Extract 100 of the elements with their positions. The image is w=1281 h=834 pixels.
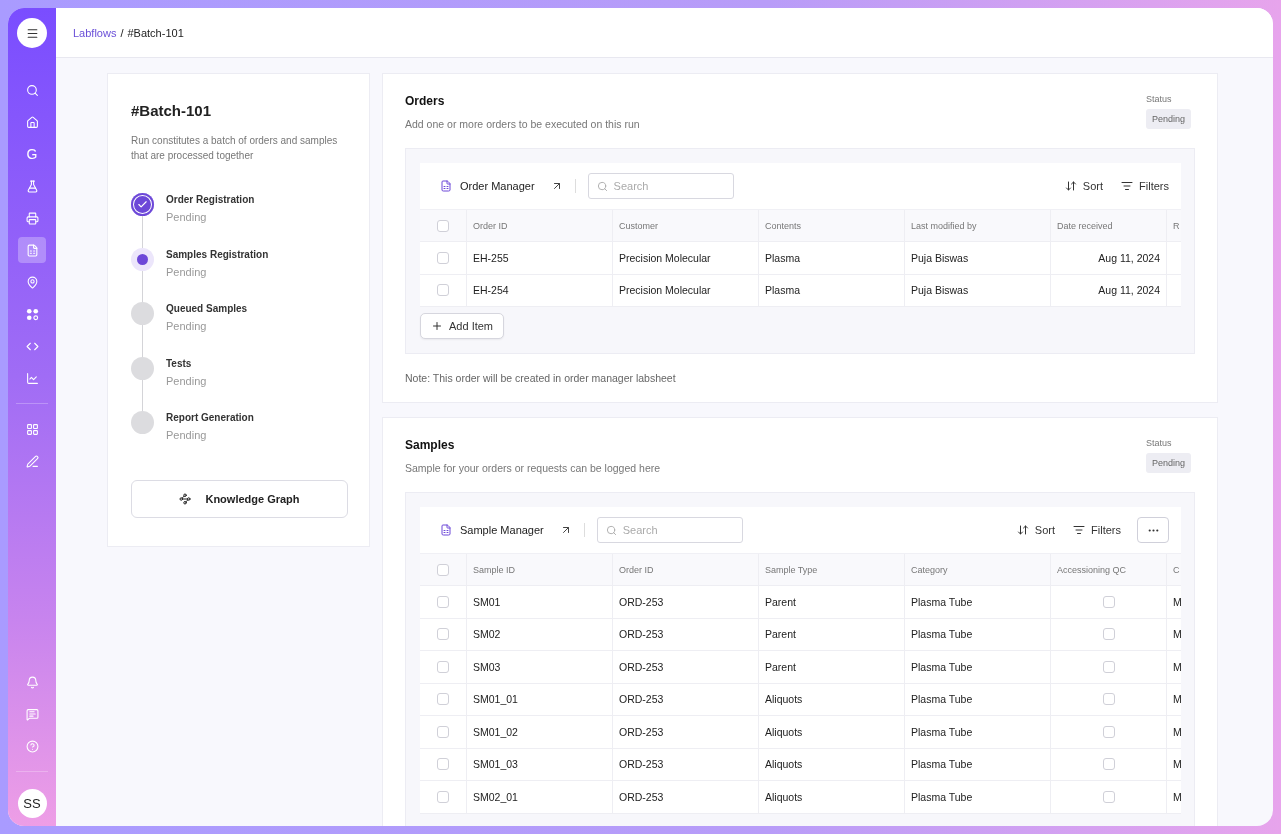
checkbox[interactable] bbox=[437, 660, 449, 673]
table-cell: Aliquots bbox=[758, 716, 904, 748]
table-cell: M bbox=[1166, 586, 1181, 618]
help-icon bbox=[25, 739, 39, 753]
note-text: Note: This order will be created in order manager labsheet bbox=[405, 372, 677, 384]
pen-icon bbox=[25, 454, 39, 468]
step-name: Tests bbox=[166, 357, 193, 369]
menu-icon bbox=[25, 26, 39, 40]
column-header: C bbox=[1166, 554, 1181, 585]
checkbox[interactable] bbox=[437, 790, 449, 803]
filters-button[interactable]: Filters bbox=[1073, 524, 1121, 536]
table-cell: SM02 bbox=[466, 618, 612, 650]
checkbox[interactable] bbox=[437, 758, 449, 771]
user-avatar[interactable]: SS bbox=[17, 789, 47, 818]
table-cell: Precision Molecular bbox=[612, 274, 758, 306]
checkbox[interactable] bbox=[1102, 595, 1115, 608]
step-name: Queued Samples bbox=[166, 303, 248, 314]
location-pin-icon bbox=[25, 275, 39, 289]
table-cell: SM01_03 bbox=[466, 748, 612, 780]
search-field[interactable]: Search bbox=[587, 173, 734, 199]
section-title: Orders bbox=[405, 94, 446, 108]
search-field[interactable]: Search bbox=[596, 517, 743, 543]
knowledge-graph-button[interactable]: Knowledge Graph bbox=[131, 479, 348, 518]
graph-icon bbox=[179, 492, 192, 505]
checkbox[interactable] bbox=[437, 628, 449, 641]
step-status: Pending bbox=[166, 265, 208, 278]
table-cell: Aliquots bbox=[758, 748, 904, 780]
bell-icon bbox=[25, 675, 39, 689]
table-cell: Parent bbox=[758, 651, 904, 683]
step-status: Pending bbox=[166, 320, 208, 332]
checkbox[interactable] bbox=[437, 219, 449, 232]
step-status: Pending bbox=[166, 211, 208, 223]
step-name: Samples Registration bbox=[166, 248, 269, 260]
table-cell: SM01_02 bbox=[466, 716, 612, 748]
checkbox[interactable] bbox=[1102, 693, 1115, 706]
checkbox[interactable] bbox=[1102, 725, 1115, 738]
table-cell: Precision Molecular bbox=[612, 242, 758, 274]
sort-icon bbox=[1016, 524, 1029, 536]
checkbox[interactable] bbox=[437, 284, 449, 297]
grid-icon bbox=[25, 422, 39, 436]
nav-button[interactable]: G bbox=[18, 141, 46, 167]
search-icon bbox=[596, 180, 608, 192]
step-status: Pending bbox=[166, 429, 208, 441]
table-cell: SM01_01 bbox=[466, 683, 612, 715]
table-cell: EH-255 bbox=[466, 242, 612, 274]
checkbox[interactable] bbox=[437, 595, 449, 608]
checkbox[interactable] bbox=[1102, 660, 1115, 673]
add-item-button[interactable]: Add Item bbox=[420, 313, 505, 339]
check-icon bbox=[137, 199, 148, 210]
table-cell: Plasma Tube bbox=[904, 748, 1050, 780]
table-cell: M bbox=[1166, 651, 1181, 683]
table-cell: SM01 bbox=[466, 586, 612, 618]
chart-icon bbox=[25, 371, 39, 385]
more-button[interactable] bbox=[1137, 517, 1169, 543]
table-cell: Plasma Tube bbox=[904, 781, 1050, 813]
section-title: Samples bbox=[405, 438, 456, 452]
search-icon bbox=[605, 524, 617, 536]
table-cell: ORD-253 bbox=[612, 586, 758, 618]
checkbox[interactable] bbox=[437, 563, 449, 576]
checkbox[interactable] bbox=[437, 693, 449, 706]
sort-button[interactable]: Sort bbox=[1064, 180, 1104, 192]
printer-icon bbox=[25, 211, 39, 225]
table-cell: Plasma Tube bbox=[904, 716, 1050, 748]
table-name: Sample Manager bbox=[460, 524, 544, 536]
table-cell: Plasma Tube bbox=[904, 618, 1050, 650]
section-description: Sample for your orders or requests can be logged here bbox=[405, 462, 661, 474]
column-header: Category bbox=[904, 554, 1050, 585]
filters-button[interactable]: Filters bbox=[1121, 180, 1169, 192]
table-cell: Puja Biswas bbox=[904, 242, 1050, 274]
section-description: Add one or more orders to be executed on this run bbox=[405, 118, 640, 130]
column-header: Order ID bbox=[466, 210, 612, 241]
checkbox[interactable] bbox=[1102, 790, 1115, 803]
table-cell: Plasma bbox=[758, 242, 904, 274]
status-tag: Pending bbox=[1145, 453, 1191, 473]
sort-button[interactable]: Sort bbox=[1016, 524, 1056, 536]
checkbox[interactable] bbox=[1102, 758, 1115, 771]
checkbox[interactable] bbox=[437, 725, 449, 738]
breadcrumb-link[interactable]: Labflows bbox=[73, 26, 117, 39]
column-header: Order ID bbox=[612, 554, 758, 585]
filter-icon bbox=[1073, 524, 1086, 536]
column-header: Contents bbox=[758, 210, 904, 241]
menu-button[interactable] bbox=[17, 18, 47, 48]
step-status: Pending bbox=[166, 374, 207, 387]
table-cell: M bbox=[1166, 748, 1181, 780]
table-cell: ORD-253 bbox=[612, 748, 758, 780]
breadcrumb-separator: / bbox=[120, 26, 124, 39]
column-header: Sample ID bbox=[466, 554, 612, 585]
table-cell: Plasma bbox=[758, 274, 904, 306]
table-cell: Plasma Tube bbox=[904, 651, 1050, 683]
chat-icon bbox=[25, 707, 39, 721]
checkbox[interactable] bbox=[437, 251, 449, 264]
table-cell: EH-254 bbox=[466, 274, 612, 306]
nav-button[interactable] bbox=[18, 237, 46, 263]
table-cell: ORD-253 bbox=[612, 781, 758, 813]
table-cell: Parent bbox=[758, 618, 904, 650]
column-header: Date received bbox=[1050, 210, 1166, 241]
table-cell: Aug 11, 2024 bbox=[1050, 274, 1166, 306]
status-tag: Pending bbox=[1145, 109, 1191, 129]
checkbox[interactable] bbox=[1102, 628, 1115, 641]
table-cell: SM02_01 bbox=[466, 781, 612, 813]
